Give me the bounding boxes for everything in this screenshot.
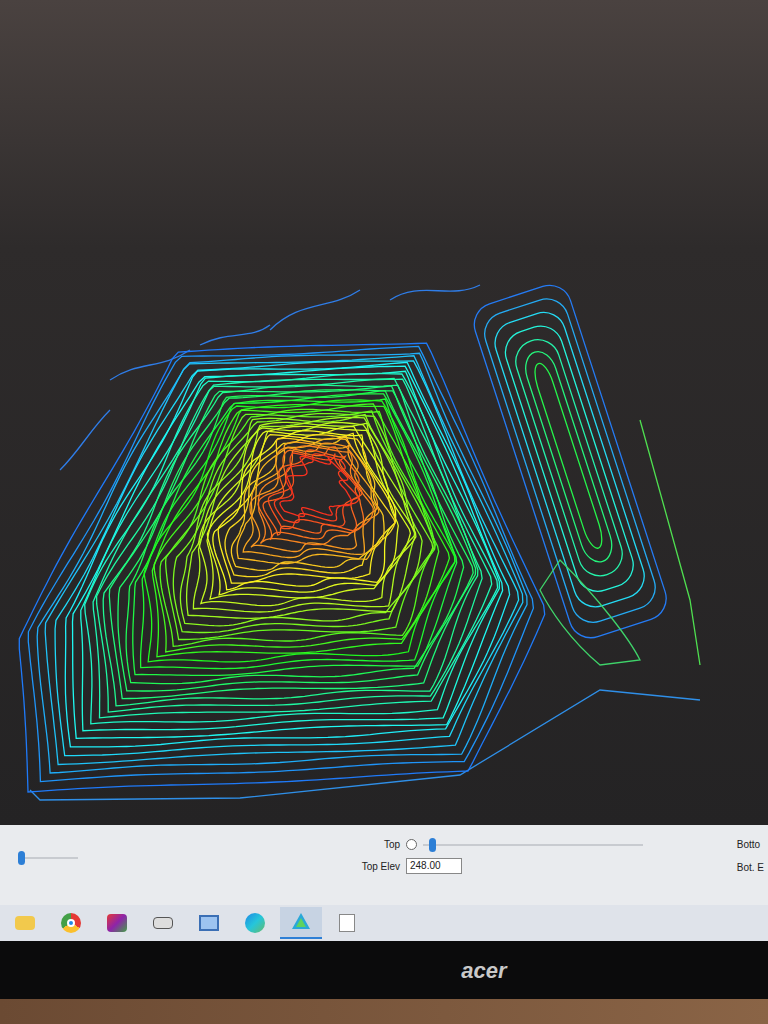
taskbar-app[interactable] bbox=[4, 907, 46, 939]
taskbar bbox=[0, 905, 768, 941]
contour-line bbox=[65, 362, 509, 747]
gallery-icon bbox=[107, 914, 127, 932]
contour-line bbox=[187, 418, 415, 619]
photo: Top Top Elev 248.00 Botto Bot. E acer bbox=[0, 0, 768, 1024]
contour-line bbox=[144, 400, 455, 662]
contour-line bbox=[28, 346, 533, 781]
contour-line bbox=[103, 385, 478, 706]
contour-line bbox=[97, 379, 483, 713]
taskbar-app[interactable] bbox=[280, 907, 322, 939]
contour-line bbox=[93, 379, 492, 718]
desk bbox=[0, 999, 768, 1024]
contour-line bbox=[81, 371, 500, 730]
contour-line bbox=[73, 366, 503, 738]
ridge-contour bbox=[540, 560, 640, 665]
brand-logo: acer bbox=[461, 954, 506, 987]
ridge-contour bbox=[479, 293, 661, 628]
contour-line bbox=[85, 374, 498, 724]
slider-thumb[interactable] bbox=[18, 851, 25, 865]
taskbar-app[interactable] bbox=[188, 907, 230, 939]
contour-line bbox=[166, 411, 435, 640]
contour-line bbox=[118, 390, 473, 691]
chrome-icon bbox=[61, 913, 81, 933]
scatter-contour bbox=[30, 690, 700, 800]
contour-line bbox=[193, 422, 415, 612]
slider-thumb[interactable] bbox=[429, 838, 436, 852]
top-elev-input[interactable]: 248.00 bbox=[406, 858, 462, 874]
contour-line bbox=[207, 426, 410, 599]
contour-line bbox=[207, 427, 398, 595]
contour-line bbox=[154, 404, 439, 652]
contour-line bbox=[218, 433, 395, 583]
taskbar-app[interactable] bbox=[234, 907, 276, 939]
edge-icon bbox=[245, 913, 265, 933]
ridge-contour bbox=[640, 420, 700, 665]
top-elev-label: Top Elev bbox=[350, 859, 400, 874]
contour-line bbox=[231, 436, 384, 570]
control-panel: Top Top Elev 248.00 Botto Bot. E bbox=[0, 825, 768, 905]
contour-line bbox=[133, 394, 457, 676]
contour-line bbox=[268, 453, 359, 529]
bot-elev-label: Bot. E bbox=[737, 860, 764, 875]
contour-line bbox=[173, 414, 432, 633]
contour-line bbox=[250, 443, 379, 551]
contour-line bbox=[259, 446, 374, 545]
ridge-contour bbox=[531, 361, 606, 550]
contour-line bbox=[225, 435, 395, 577]
contour-line bbox=[213, 431, 396, 590]
contour-line bbox=[160, 409, 435, 646]
contour-line bbox=[109, 386, 475, 699]
computer-icon bbox=[199, 915, 219, 931]
left-slider[interactable] bbox=[18, 851, 78, 865]
contour-line bbox=[45, 356, 523, 765]
ridge-contour bbox=[489, 307, 650, 613]
notepad-icon bbox=[339, 914, 355, 932]
slider-track bbox=[423, 844, 643, 846]
contour-map[interactable] bbox=[0, 0, 768, 825]
contour-line bbox=[280, 456, 352, 517]
screen bbox=[0, 0, 768, 825]
contour-line bbox=[274, 454, 358, 523]
monitor-bezel: acer bbox=[0, 941, 768, 999]
contour-line bbox=[126, 391, 464, 684]
top-label: Top bbox=[350, 837, 400, 852]
slider-track bbox=[18, 857, 78, 859]
contour-line bbox=[180, 415, 422, 626]
contour-line bbox=[199, 423, 416, 606]
contour-line bbox=[37, 353, 527, 773]
ridge-contour bbox=[520, 348, 617, 567]
scatter-contour bbox=[60, 285, 480, 470]
top-radio[interactable] bbox=[406, 839, 417, 850]
folder-icon bbox=[15, 916, 35, 930]
printer-icon bbox=[153, 917, 173, 929]
contour-line bbox=[55, 361, 518, 756]
contour-line bbox=[258, 447, 364, 540]
contour-line bbox=[152, 405, 449, 657]
taskbar-app[interactable] bbox=[142, 907, 184, 939]
contour-line bbox=[19, 343, 544, 792]
contour-line bbox=[243, 442, 377, 557]
taskbar-app[interactable] bbox=[96, 907, 138, 939]
contour-line bbox=[141, 399, 456, 669]
taskbar-app[interactable] bbox=[50, 907, 92, 939]
taskbar-app[interactable] bbox=[326, 907, 368, 939]
bottom-label: Botto bbox=[737, 837, 764, 852]
top-slider[interactable] bbox=[423, 838, 643, 852]
contour-line bbox=[263, 450, 362, 535]
surveyor-icon bbox=[290, 911, 312, 933]
ridge-contour bbox=[510, 334, 628, 582]
